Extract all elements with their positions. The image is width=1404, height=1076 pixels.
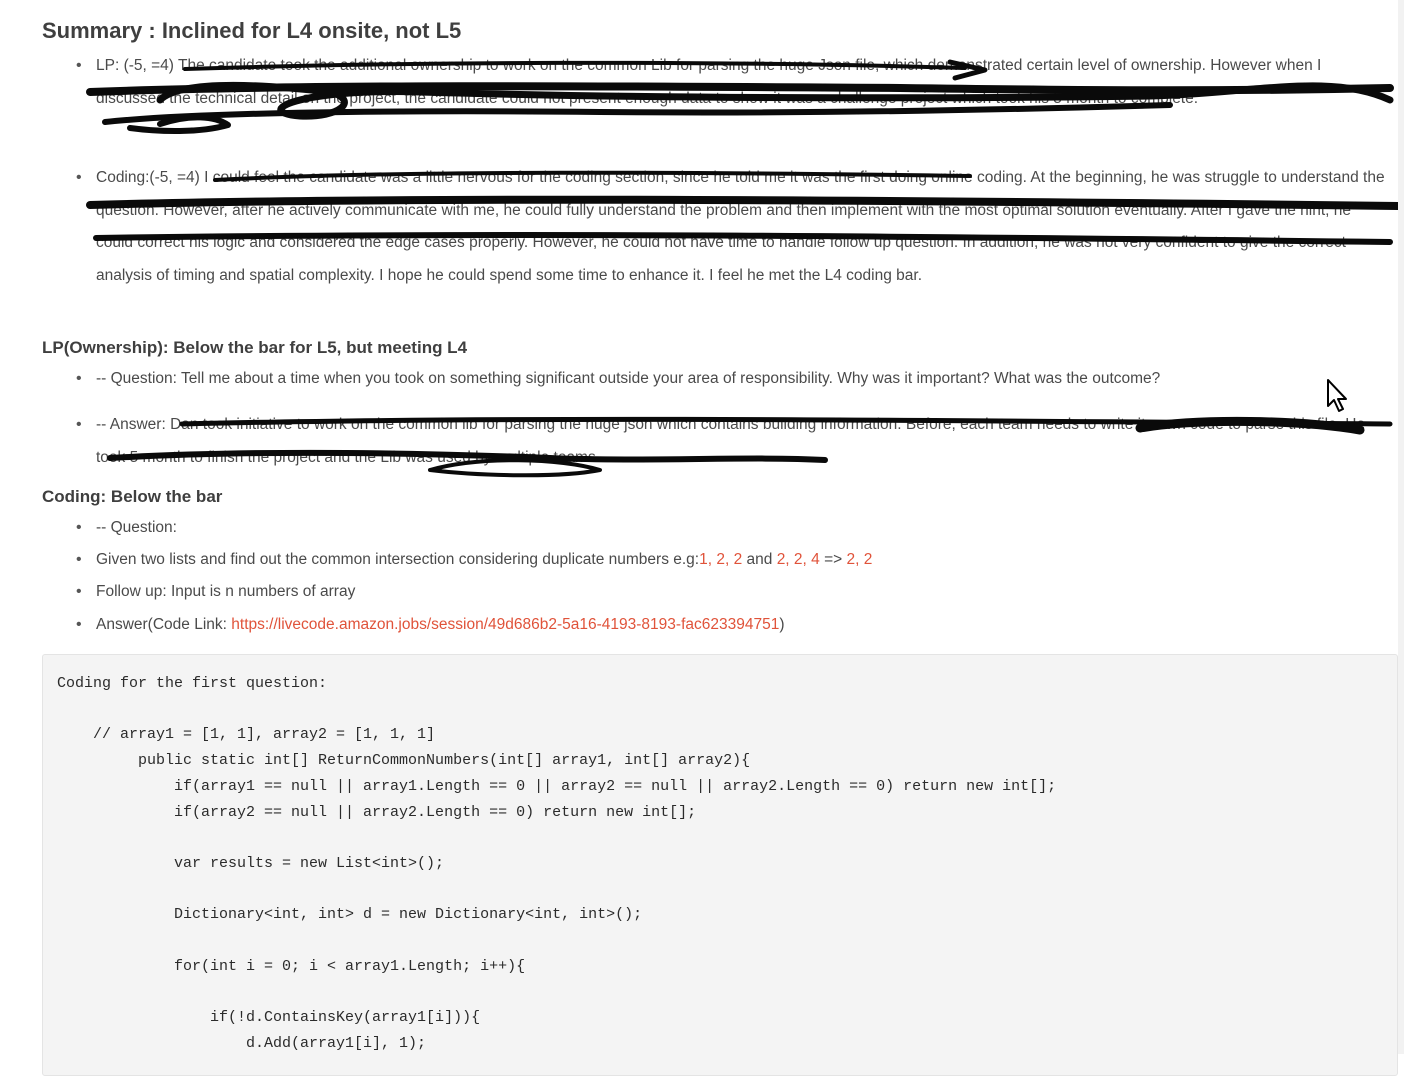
bullet-icon: • (76, 416, 82, 433)
and-word: and (742, 551, 777, 568)
code-link[interactable]: https://livecode.amazon.jobs/session/49d… (231, 616, 779, 633)
lp-answer-text: -- Answer: Dan took initiative to work o… (96, 416, 1366, 466)
code-text: Coding for the first question: // array1… (57, 675, 1057, 1052)
document-page: Summary : Inclined for L4 onsite, not L5… (0, 0, 1404, 1076)
answer-text: Answer(Code Link: https://livecode.amazo… (96, 609, 1392, 642)
coding-summary-text: Coding:(-5, =4) I could feel the candida… (96, 169, 1385, 284)
question-prefix: Given two lists and find out the common … (96, 551, 700, 568)
bullet-icon: • (76, 616, 82, 633)
lp-summary-text: LP: (-5, =4) The candidate took the addi… (96, 57, 1322, 107)
bullet-icon: • (76, 57, 82, 74)
lp-question-text: -- Question: Tell me about a time when y… (96, 370, 1161, 387)
scrollbar-track[interactable] (1398, 0, 1404, 1054)
code-block: Coding for the first question: // array1… (42, 654, 1398, 1076)
coding-question-label: -- Question: (96, 519, 177, 536)
lp-section-heading: LP(Ownership): Below the bar for L5, but… (42, 338, 468, 357)
coding-question-text: Given two lists and find out the common … (96, 544, 1392, 577)
arrow-text: => (819, 551, 847, 568)
mouse-cursor-icon (1327, 379, 1347, 412)
bullet-icon: • (76, 551, 82, 568)
followup-text: Follow up: Input is n numbers of array (96, 583, 356, 600)
coding-section-heading: Coding: Below the bar (42, 487, 223, 506)
example-a: 1, 2, 2 (699, 551, 743, 568)
bullet-icon: • (76, 169, 82, 186)
answer-prefix: Answer(Code Link: (96, 616, 232, 633)
example-result: 2, 2 (846, 551, 873, 568)
bullet-icon: • (76, 519, 82, 536)
summary-heading: Summary : Inclined for L4 onsite, not L5 (42, 18, 462, 43)
bullet-icon: • (76, 370, 82, 387)
example-b: 2, 2, 4 (776, 551, 820, 568)
bullet-icon: • (76, 583, 82, 600)
answer-suffix: ) (779, 616, 785, 633)
